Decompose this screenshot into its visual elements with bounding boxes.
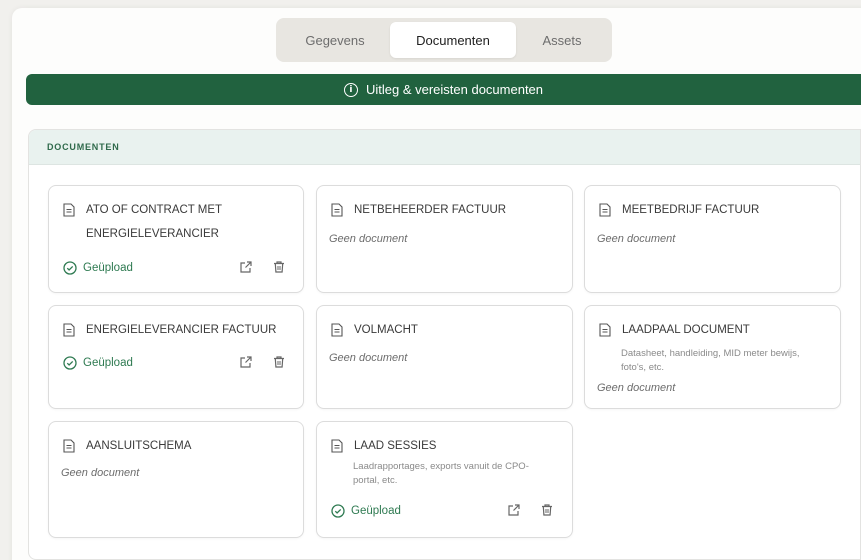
card-title: ATO OF CONTRACT MET [86, 204, 223, 216]
empty-document-text: Geen document [597, 382, 676, 394]
tab-assets[interactable]: Assets [516, 22, 608, 58]
document-icon [63, 439, 75, 453]
check-circle-icon [63, 261, 77, 275]
open-external-icon[interactable] [507, 503, 521, 517]
document-card-aansluitschema: AANSLUITSCHEMA Geen document [48, 421, 304, 538]
tab-documenten[interactable]: Documenten [390, 22, 516, 58]
card-title-line2: ENERGIELEVERANCIER [86, 228, 219, 240]
banner-text: Uitleg & vereisten documenten [365, 82, 544, 97]
empty-document-text: Geen document [329, 233, 408, 245]
open-external-icon[interactable] [239, 260, 253, 274]
card-title: LAADPAAL DOCUMENT [622, 324, 750, 336]
document-icon [331, 323, 343, 337]
upload-status: Geüpload [63, 356, 133, 370]
status-label: Geüpload [83, 357, 133, 369]
card-title: ENERGIELEVERANCIER FACTUUR [86, 324, 277, 336]
document-icon [599, 323, 611, 337]
upload-status: Geüpload [63, 261, 133, 275]
card-title: VOLMACHT [354, 324, 418, 336]
info-icon: i [343, 82, 358, 97]
document-icon [599, 203, 611, 217]
open-external-icon[interactable] [239, 355, 253, 369]
section-header: DOCUMENTEN [29, 130, 860, 165]
trash-icon[interactable] [540, 503, 554, 517]
card-title: NETBEHEERDER FACTUUR [354, 204, 507, 216]
upload-status: Geüpload [331, 504, 401, 518]
card-title: AANSLUITSCHEMA [86, 440, 192, 452]
card-subtitle: Datasheet, handleiding, MID meter bewijs… [621, 348, 800, 359]
status-label: Geüpload [351, 505, 401, 517]
empty-document-text: Geen document [61, 467, 140, 479]
document-card-netbeheerder: NETBEHEERDER FACTUUR Geen document [316, 185, 573, 293]
documents-section: DOCUMENTEN ATO OF CONTRACT MET ENERGIELE… [28, 129, 861, 560]
trash-icon[interactable] [272, 355, 286, 369]
status-label: Geüpload [83, 262, 133, 274]
document-card-volmacht: VOLMACHT Geen document [316, 305, 573, 409]
document-card-laadpaal: LAADPAAL DOCUMENT Datasheet, handleiding… [584, 305, 841, 409]
check-circle-icon [331, 504, 345, 518]
check-circle-icon [63, 356, 77, 370]
document-card-ato: ATO OF CONTRACT MET ENERGIELEVERANCIER G… [48, 185, 304, 293]
document-icon [331, 203, 343, 217]
card-subtitle: Laadrapportages, exports vanuit de CPO- [353, 461, 529, 472]
card-title: LAAD SESSIES [354, 440, 437, 452]
empty-document-text: Geen document [329, 352, 408, 364]
card-title: MEETBEDRIJF FACTUUR [622, 204, 760, 216]
trash-icon[interactable] [272, 260, 286, 274]
document-card-energieleverancier-factuur: ENERGIELEVERANCIER FACTUUR Geüpload [48, 305, 304, 409]
explanation-banner[interactable]: i Uitleg & vereisten documenten [26, 74, 861, 105]
document-icon [331, 439, 343, 453]
tab-gegevens[interactable]: Gegevens [280, 22, 390, 58]
document-icon [63, 323, 75, 337]
document-card-meetbedrijf: MEETBEDRIJF FACTUUR Geen document [584, 185, 841, 293]
card-subtitle-line2: foto's, etc. [621, 362, 665, 373]
tab-bar: Gegevens Documenten Assets [276, 18, 612, 62]
document-card-laad-sessies: LAAD SESSIES Laadrapportages, exports va… [316, 421, 573, 538]
document-icon [63, 203, 75, 217]
card-subtitle-line2: portal, etc. [353, 475, 398, 486]
empty-document-text: Geen document [597, 233, 676, 245]
